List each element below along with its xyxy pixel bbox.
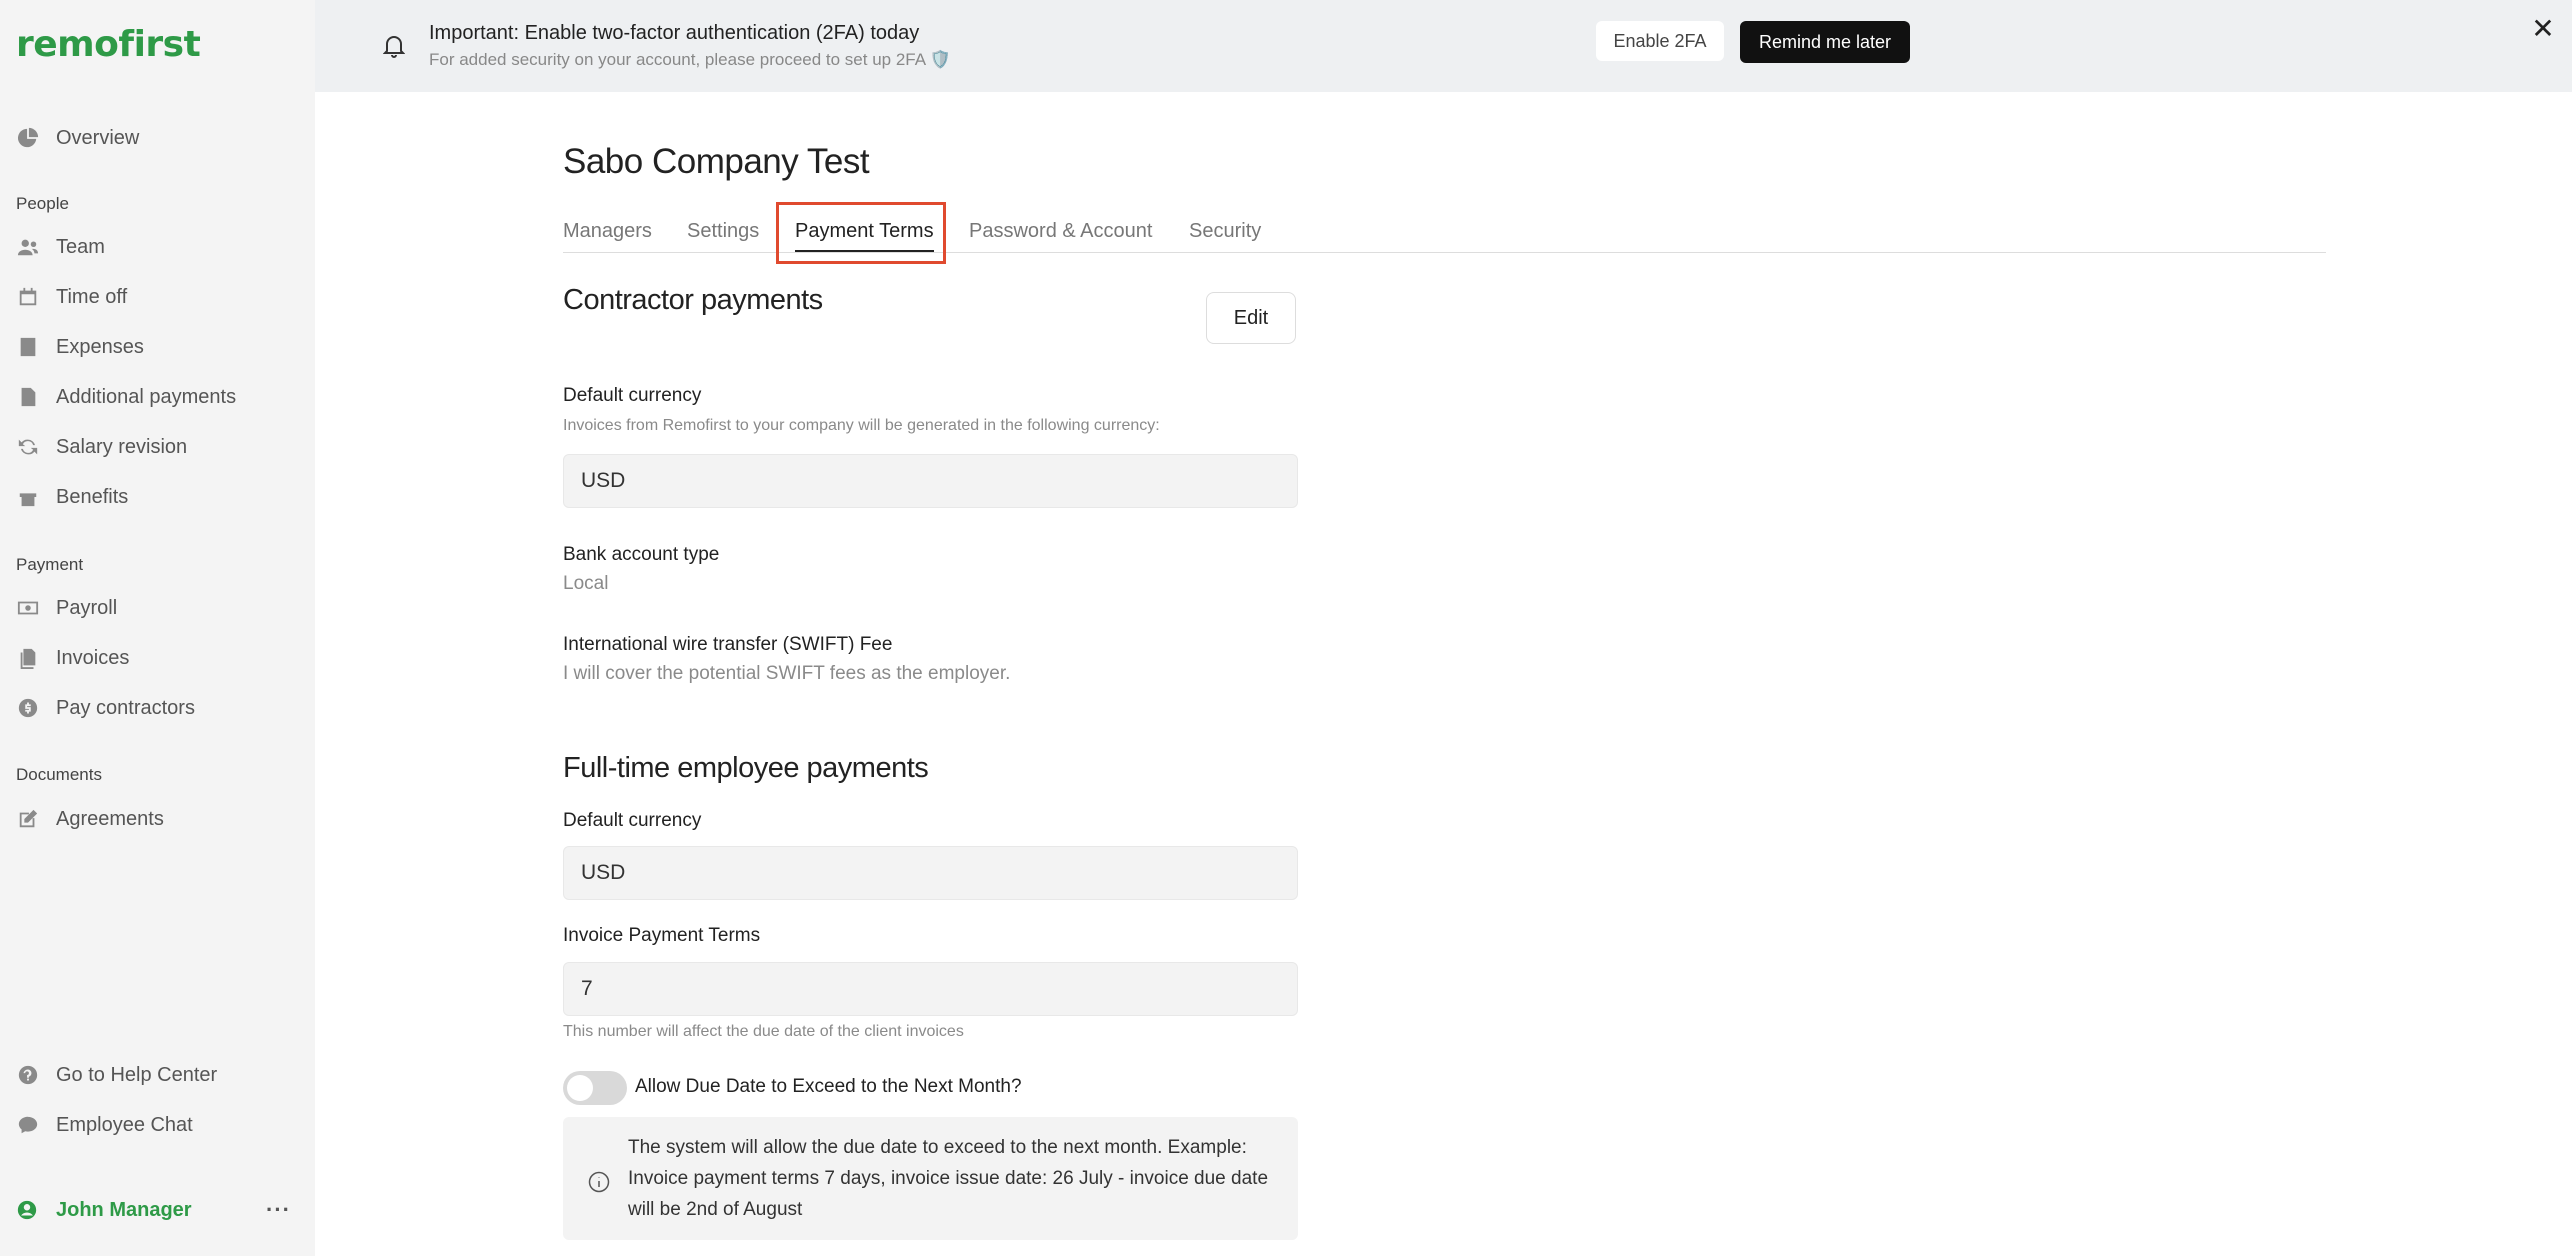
sidebar-item-label: Salary revision: [56, 435, 188, 458]
sidebar-item-expenses[interactable]: Expenses: [16, 327, 144, 367]
tab-settings[interactable]: Settings: [687, 212, 759, 250]
sidebar-item-overview[interactable]: Overview: [16, 118, 139, 158]
tab-payment-terms[interactable]: Payment Terms: [795, 212, 934, 252]
sidebar-item-label: Agreements: [56, 807, 164, 830]
sidebar-item-payroll[interactable]: Payroll: [16, 588, 117, 628]
bank-account-type-value: Local: [563, 573, 609, 594]
swift-fee-label: International wire transfer (SWIFT) Fee: [563, 634, 893, 655]
sidebar-item-label: Payroll: [56, 596, 118, 619]
sidebar-item-label: Invoices: [56, 646, 130, 669]
close-icon[interactable]: ✕: [2528, 14, 2558, 44]
more-options-icon[interactable]: ···: [266, 1197, 291, 1223]
sidebar-item-benefits[interactable]: Benefits: [16, 477, 128, 517]
sidebar-item-label: Employee Chat: [56, 1113, 193, 1136]
sidebar-item-agreements[interactable]: Agreements: [16, 799, 164, 839]
cash-icon: [16, 596, 40, 620]
tab-bar: Managers Settings Payment Terms Password…: [563, 212, 2326, 253]
tab-password-account[interactable]: Password & Account: [969, 212, 1152, 250]
sidebar-item-employee-chat[interactable]: Employee Chat: [16, 1105, 193, 1145]
dollar-circle-icon: [16, 696, 40, 720]
sidebar-item-salary-revision[interactable]: Salary revision: [16, 427, 187, 467]
invoice-payment-terms-label: Invoice Payment Terms: [563, 925, 761, 946]
sidebar-item-pay-contractors[interactable]: Pay contractors: [16, 688, 195, 728]
help-circle-icon: [16, 1063, 40, 1087]
enable-2fa-button[interactable]: Enable 2FA: [1596, 21, 1724, 61]
files-icon: [16, 646, 40, 670]
receipt-icon: [16, 335, 40, 359]
sidebar-item-team[interactable]: Team: [16, 227, 105, 267]
remofirst-logo[interactable]: remofirst: [16, 24, 201, 65]
invoice-payment-terms-description: This number will affect the due date of …: [563, 1023, 964, 1040]
sidebar-item-invoices[interactable]: Invoices: [16, 638, 129, 678]
invoice-payment-terms-field[interactable]: 7: [563, 962, 1298, 1016]
user-name: John Manager: [56, 1198, 192, 1221]
edit-icon: [16, 807, 40, 831]
info-box: The system will allow the due date to ex…: [563, 1117, 1298, 1240]
info-text: The system will allow the due date to ex…: [628, 1137, 1269, 1220]
sidebar-item-label: Expenses: [56, 335, 144, 358]
tab-security[interactable]: Security: [1189, 212, 1261, 250]
sidebar-item-label: Go to Help Center: [56, 1063, 218, 1086]
contractor-payments-heading: Contractor payments: [563, 284, 823, 316]
2fa-banner: Important: Enable two-factor authenticat…: [315, 0, 2572, 92]
sidebar-section-payment: Payment: [16, 555, 84, 574]
fulltime-currency-field[interactable]: USD: [563, 846, 1298, 900]
banner-subtitle: For added security on your account, plea…: [429, 50, 952, 69]
tab-managers[interactable]: Managers: [563, 212, 652, 250]
fulltime-currency-label: Default currency: [563, 810, 702, 831]
info-icon: [588, 1171, 610, 1198]
pie-chart-icon: [16, 126, 40, 150]
document-money-icon: [16, 385, 40, 409]
sidebar-item-time-off[interactable]: Time off: [16, 277, 127, 317]
bank-account-type-label: Bank account type: [563, 544, 720, 565]
edit-button[interactable]: Edit: [1206, 292, 1296, 344]
page-title: Sabo Company Test: [563, 142, 870, 181]
contractor-currency-label: Default currency: [563, 385, 702, 406]
users-icon: [16, 235, 40, 259]
sidebar-item-label: Pay contractors: [56, 696, 195, 719]
sidebar-item-label: Additional payments: [56, 385, 237, 408]
sidebar-item-label: Benefits: [56, 485, 129, 508]
sidebar-item-additional-payments[interactable]: Additional payments: [16, 377, 236, 417]
remind-me-later-button[interactable]: Remind me later: [1740, 21, 1910, 63]
chat-icon: [16, 1113, 40, 1137]
refresh-icon: [16, 435, 40, 459]
sidebar-section-people: People: [16, 194, 69, 213]
sidebar-section-documents: Documents: [16, 765, 102, 784]
sidebar-item-label: Overview: [56, 126, 140, 149]
toggle-knob: [567, 1075, 593, 1101]
swift-fee-value: I will cover the potential SWIFT fees as…: [563, 663, 1011, 684]
contractor-currency-field[interactable]: USD: [563, 454, 1298, 508]
sidebar-item-help-center[interactable]: Go to Help Center: [16, 1055, 217, 1095]
sidebar-item-label: Time off: [56, 285, 128, 308]
due-date-toggle[interactable]: [563, 1071, 627, 1105]
gift-icon: [16, 485, 40, 509]
contractor-currency-description: Invoices from Remofirst to your company …: [563, 417, 1160, 434]
due-date-toggle-label: Allow Due Date to Exceed to the Next Mon…: [635, 1076, 1022, 1097]
sidebar: remofirst Overview People Team Time off …: [0, 0, 315, 1256]
banner-title: Important: Enable two-factor authenticat…: [429, 22, 920, 44]
calendar-icon: [16, 285, 40, 309]
bell-icon: [382, 34, 406, 63]
user-avatar-icon: [16, 1199, 40, 1221]
fulltime-payments-heading: Full-time employee payments: [563, 752, 929, 784]
user-menu[interactable]: John Manager ···: [16, 1190, 291, 1230]
sidebar-item-label: Team: [56, 235, 105, 258]
